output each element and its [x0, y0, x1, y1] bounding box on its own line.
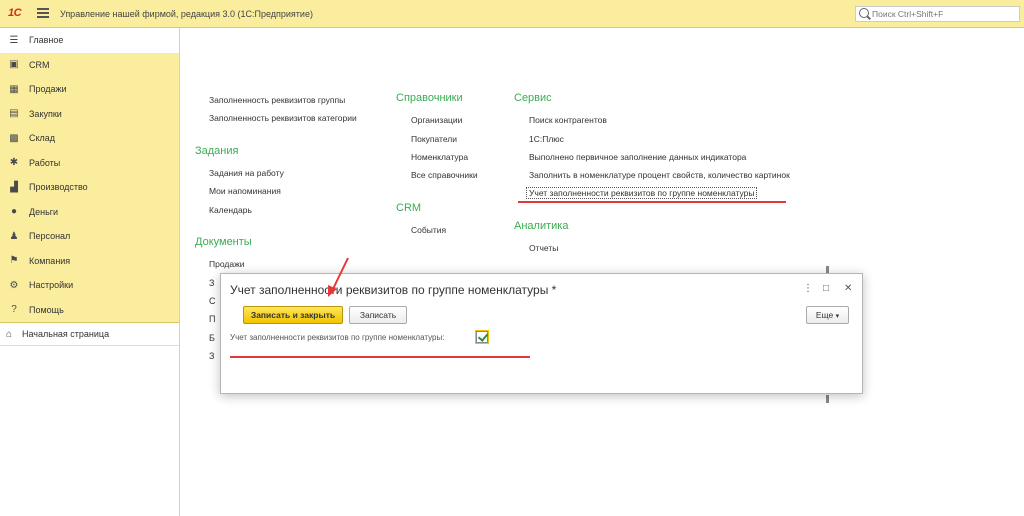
link-initial-fill[interactable]: Выполнено первичное заполнение данных ин… — [529, 152, 746, 162]
person-icon: ♟ — [9, 230, 19, 242]
link-customers[interactable]: Покупатели — [411, 134, 457, 144]
annotation-underline — [230, 356, 530, 358]
annotation-arrow — [328, 257, 349, 297]
tools-icon: ✱ — [9, 157, 19, 169]
cart-icon: ▦ — [9, 83, 19, 95]
sidebar-item-label: Компания — [29, 255, 71, 266]
sidebar-item-label: Помощь — [29, 304, 64, 315]
sidebar-item-personnel[interactable]: ♟ Персонал — [0, 224, 179, 249]
group-title-references: Справочники — [396, 92, 463, 104]
search-box[interactable] — [855, 6, 1020, 22]
link-partial[interactable]: З — [209, 351, 214, 361]
link-partial[interactable]: П — [209, 314, 215, 324]
sidebar-item-production[interactable]: ▟ Производство — [0, 175, 179, 200]
flag-icon: ⚑ — [9, 255, 19, 267]
maximize-icon[interactable]: □ — [823, 283, 829, 294]
sidebar-item-label: CRM — [29, 59, 50, 70]
link-events[interactable]: События — [411, 225, 446, 235]
link-partial[interactable]: С — [209, 296, 216, 306]
save-and-close-button[interactable]: Записать и закрыть — [243, 306, 343, 324]
list-icon: ☰ — [9, 34, 19, 46]
search-icon — [859, 8, 869, 18]
sidebar-item-main[interactable]: ☰ Главное — [0, 28, 179, 53]
grid-icon: ▩ — [9, 132, 19, 144]
scrollbar-marker — [826, 395, 829, 403]
sidebar-item-label: Работы — [29, 157, 61, 168]
link-partial[interactable]: Б — [209, 333, 215, 343]
factory-icon: ▟ — [10, 181, 18, 193]
link-sales-docs[interactable]: Продажи — [209, 259, 245, 269]
link-search-contractors[interactable]: Поиск контрагентов — [529, 115, 607, 125]
link-category-fill[interactable]: Заполненность реквизитов категории — [209, 113, 357, 123]
gear-icon: ⚙ — [9, 279, 19, 291]
link-all-references[interactable]: Все справочники — [411, 170, 478, 180]
sidebar-item-works[interactable]: ✱ Работы — [0, 151, 179, 176]
basket-icon: ▤ — [9, 108, 19, 120]
home-icon: ⌂ — [6, 329, 13, 340]
sidebar: ☰ Главное ▣ CRM ▦ Продажи ▤ Закупки ▩ Ск… — [0, 28, 180, 516]
link-fill-percent[interactable]: Заполнить в номенклатуре процент свойств… — [529, 170, 790, 180]
group-title-crm: CRM — [396, 202, 422, 214]
sidebar-item-label: Деньги — [29, 206, 59, 217]
sidebar-item-company[interactable]: ⚑ Компания — [0, 249, 179, 274]
menu-icon[interactable] — [37, 8, 49, 18]
form-dialog: Учет заполненности реквизитов по группе … — [220, 273, 863, 394]
sidebar-item-label: Закупки — [29, 108, 62, 119]
home-page-label: Начальная страница — [22, 329, 110, 339]
close-icon[interactable]: ✕ — [844, 283, 852, 294]
more-button[interactable]: Еще ▾ — [806, 306, 849, 324]
sidebar-item-help[interactable]: ? Помощь — [0, 298, 179, 323]
sidebar-item-label: Продажи — [29, 84, 67, 95]
help-icon: ? — [11, 304, 17, 316]
link-reminders[interactable]: Мои напоминания — [209, 186, 281, 196]
link-nomenclature[interactable]: Номенклатура — [411, 152, 468, 162]
save-button[interactable]: Записать — [349, 306, 407, 324]
link-partial[interactable]: З — [209, 278, 214, 288]
annotation-underline — [518, 201, 786, 203]
sidebar-item-money[interactable]: ● Деньги — [0, 200, 179, 225]
money-icon: ● — [10, 206, 18, 218]
sidebar-item-sales[interactable]: ▦ Продажи — [0, 77, 179, 102]
group-title-analytics: Аналитика — [514, 220, 569, 232]
link-calendar[interactable]: Календарь — [209, 205, 252, 215]
link-organizations[interactable]: Организации — [411, 115, 462, 125]
more-button-label: Еще — [815, 310, 834, 320]
sidebar-item-label: Склад — [29, 133, 56, 144]
sidebar-item-crm[interactable]: ▣ CRM — [0, 53, 179, 78]
sidebar-item-purchases[interactable]: ▤ Закупки — [0, 102, 179, 127]
group-title-tasks: Задания — [195, 145, 239, 157]
sidebar-sections: ☰ Главное ▣ CRM ▦ Продажи ▤ Закупки ▩ Ск… — [0, 28, 179, 322]
sidebar-item-label: Производство — [29, 182, 88, 193]
dialog-title: Учет заполненности реквизитов по группе … — [230, 283, 557, 297]
link-fill-accounting[interactable]: Учет заполненности реквизитов по группе … — [526, 187, 758, 199]
sidebar-item-settings[interactable]: ⚙ Настройки — [0, 273, 179, 298]
fill-accounting-checkbox[interactable] — [475, 330, 489, 344]
crm-icon: ▣ — [9, 59, 19, 71]
link-1c-plus[interactable]: 1С:Плюс — [529, 134, 564, 144]
group-title-service: Сервис — [514, 92, 552, 104]
link-work-tasks[interactable]: Задания на работу — [209, 168, 284, 178]
sidebar-item-label: Главное — [29, 35, 64, 46]
sidebar-item-label: Персонал — [29, 231, 71, 242]
checkbox-label: Учет заполненности реквизитов по группе … — [230, 333, 445, 342]
link-reports[interactable]: Отчеты — [529, 243, 558, 253]
1c-logo[interactable]: 1С — [8, 7, 22, 19]
title-bar: 1С Управление нашей фирмой, редакция 3.0… — [0, 0, 1024, 28]
sidebar-item-warehouse[interactable]: ▩ Склад — [0, 126, 179, 151]
group-title-documents: Документы — [195, 236, 252, 248]
chevron-down-icon: ▾ — [835, 313, 840, 320]
sidebar-item-label: Настройки — [29, 280, 74, 291]
search-input[interactable] — [872, 7, 1017, 21]
app-title: Управление нашей фирмой, редакция 3.0 (1… — [60, 9, 313, 19]
home-page-item[interactable]: ⌂ Начальная страница — [0, 322, 179, 346]
link-group-fill[interactable]: Заполненность реквизитов группы — [209, 95, 345, 105]
more-actions-icon[interactable]: ⋮ — [803, 283, 813, 294]
